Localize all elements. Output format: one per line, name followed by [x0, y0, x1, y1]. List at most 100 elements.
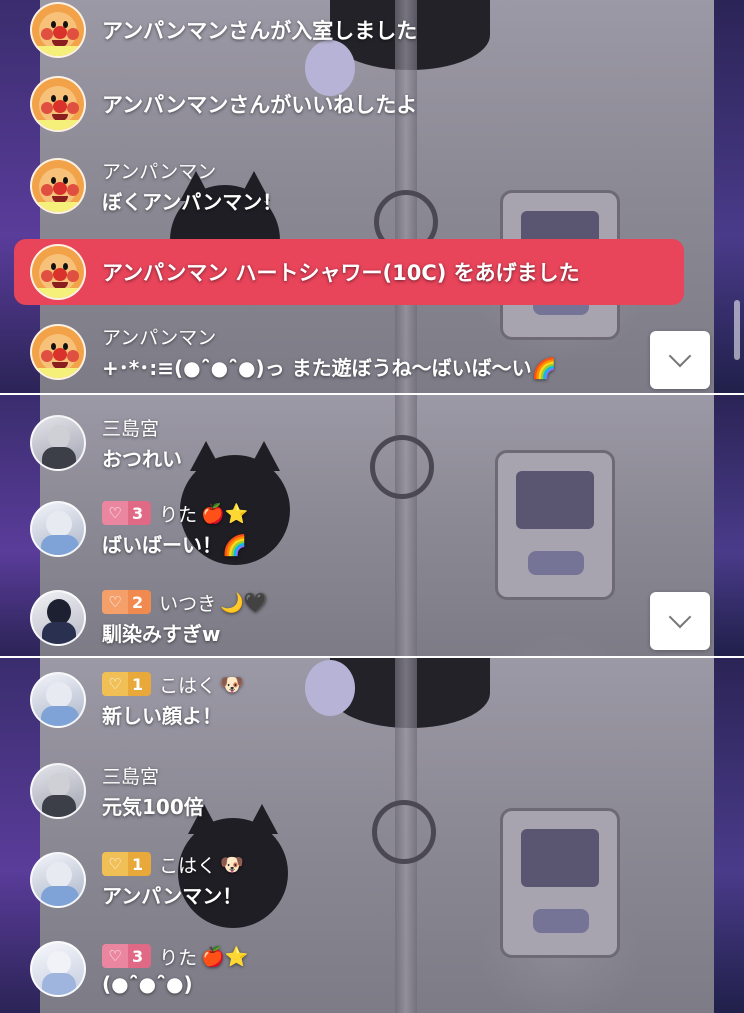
- comment-row: 三島宮 おつれい: [30, 413, 182, 472]
- username[interactable]: こはく: [159, 851, 216, 878]
- gift-message: アンパンマン ハートシャワー(10C) をあげました: [102, 261, 580, 285]
- avatar-head: [47, 951, 71, 975]
- avatar[interactable]: [30, 244, 86, 300]
- avatar[interactable]: [30, 941, 86, 997]
- device-buttons: [533, 909, 589, 933]
- avatar-body: [41, 885, 79, 906]
- avatar-head: [47, 598, 71, 625]
- comment-body: ♡ 2 いつき 🌙🖤 馴染みすぎw: [102, 588, 267, 647]
- comment-row: ♡ 3 りた 🍎⭐ (●ˆ̑●ˆ̑●): [30, 941, 248, 997]
- name-emoji: 🐶: [220, 673, 244, 696]
- comment-row: ♡ 1 こはく 🐶 アンパンマン！: [30, 850, 244, 909]
- badge-level: 1: [132, 674, 144, 694]
- avatar[interactable]: [30, 589, 86, 646]
- heart-icon: ♡: [102, 590, 128, 614]
- comment-body: アンパンマン +･*･:≡(●ˆ̑●ˆ̑●)っ また遊ぼうね〜ばいば〜い🌈: [102, 322, 556, 381]
- avatar-cheek: [67, 28, 79, 40]
- avatar-nose: [53, 26, 67, 39]
- username[interactable]: いつき: [159, 589, 216, 616]
- avatar[interactable]: [30, 76, 86, 132]
- scrollbar[interactable]: [734, 300, 740, 360]
- device-screen: [521, 829, 599, 887]
- comment-row: アンパンマンさんが入室しました: [30, 2, 417, 58]
- avatar-cheek: [41, 270, 53, 282]
- fan-level-badge: ♡ 3: [102, 501, 152, 525]
- fan-level-badge: ♡ 3: [102, 944, 152, 968]
- heart-icon: ♡: [102, 501, 128, 525]
- badge-level: 3: [132, 946, 144, 966]
- stream-panel-1: アンパンマンさんが入室しました アンパンマンさんがいいねしたよ アンパンマン ぼ…: [0, 0, 744, 393]
- username[interactable]: 三島宮: [102, 414, 159, 441]
- badge-level: 3: [132, 503, 144, 523]
- avatar-head: [46, 861, 72, 888]
- system-message: アンパンマンさんが入室しました: [102, 19, 418, 43]
- paw-patch: [305, 660, 355, 716]
- username[interactable]: りた: [159, 500, 197, 527]
- username[interactable]: 三島宮: [102, 762, 159, 789]
- name-emoji: 🌙🖤: [220, 591, 268, 614]
- comment-body: ♡ 1 こはく 🐶 アンパンマン！: [102, 850, 244, 909]
- avatar[interactable]: [30, 157, 86, 214]
- comment-body: 三島宮 おつれい: [102, 413, 182, 472]
- avatar[interactable]: [30, 851, 86, 908]
- comment-message: ばいばーい！🌈: [102, 533, 247, 557]
- badge-level: 1: [132, 854, 144, 874]
- heart-icon: ♡: [102, 852, 128, 876]
- avatar[interactable]: [30, 671, 86, 728]
- comment-message: ぼくアンパンマン！: [102, 190, 283, 214]
- fan-level-badge: ♡ 1: [102, 852, 152, 876]
- scroll-down-button[interactable]: [650, 592, 710, 650]
- avatar-body: [42, 621, 76, 644]
- avatar-collar: [32, 46, 84, 56]
- avatar-cheek: [67, 349, 79, 362]
- avatar-collar: [32, 201, 84, 212]
- device-screen: [516, 471, 594, 529]
- avatar-cheek: [41, 183, 53, 196]
- username[interactable]: こはく: [159, 671, 216, 698]
- avatar[interactable]: [30, 500, 86, 557]
- avatar-collar: [32, 288, 84, 298]
- comment-body: 三島宮 元気100倍: [102, 761, 204, 820]
- badge-level: 2: [132, 592, 144, 612]
- jacket-ring: [372, 800, 436, 864]
- username[interactable]: アンパンマン: [102, 157, 216, 184]
- name-emoji: 🍎⭐: [201, 945, 249, 968]
- heart-icon: ♡: [102, 672, 128, 696]
- avatar-cheek: [41, 28, 53, 40]
- avatar[interactable]: [30, 323, 86, 380]
- avatar-nose: [53, 100, 67, 113]
- comment-message: 馴染みすぎw: [102, 622, 221, 646]
- jacket-game-device: [495, 450, 615, 600]
- username[interactable]: アンパンマン: [102, 323, 216, 350]
- comment-message: 元気100倍: [102, 795, 204, 819]
- comment-row: ♡ 3 りた 🍎⭐ ばいばーい！🌈: [30, 499, 248, 558]
- jacket-ring: [370, 435, 434, 499]
- avatar[interactable]: [30, 414, 86, 471]
- avatar-head: [48, 772, 70, 797]
- avatar-nose: [53, 268, 67, 281]
- comment-row: アンパンマン +･*･:≡(●ˆ̑●ˆ̑●)っ また遊ぼうね〜ばいば〜い🌈: [30, 322, 556, 381]
- stream-panel-3: ♡ 1 こはく 🐶 新しい顔よ！ 三島宮 元気100倍 ♡ 1 こはく 🐶 アン…: [0, 658, 744, 1013]
- avatar-body: [42, 973, 76, 995]
- username[interactable]: りた: [159, 943, 197, 970]
- comment-row: ♡ 2 いつき 🌙🖤 馴染みすぎw: [30, 588, 267, 647]
- avatar-body: [41, 534, 79, 555]
- system-message: アンパンマンさんがいいねしたよ: [102, 93, 418, 117]
- comment-row: 三島宮 元気100倍: [30, 761, 204, 820]
- comment-row: アンパンマン ぼくアンパンマン！: [30, 156, 282, 215]
- avatar-cheek: [67, 102, 79, 114]
- jacket-game-device: [500, 808, 620, 958]
- avatar[interactable]: [30, 762, 86, 819]
- comment-body: アンパンマン ぼくアンパンマン！: [102, 156, 282, 215]
- comment-body: ♡ 1 こはく 🐶 新しい顔よ！: [102, 670, 244, 729]
- avatar[interactable]: [30, 2, 86, 58]
- avatar-head: [48, 424, 70, 449]
- avatar-cheek: [41, 349, 53, 362]
- gift-notification: アンパンマン ハートシャワー(10C) をあげました: [14, 239, 684, 305]
- avatar-cheek: [67, 270, 79, 282]
- comment-message: 新しい顔よ！: [102, 704, 222, 728]
- chevron-down-icon: [668, 344, 692, 368]
- device-buttons: [528, 551, 584, 575]
- avatar-collar: [32, 367, 84, 378]
- scroll-down-button[interactable]: [650, 331, 710, 389]
